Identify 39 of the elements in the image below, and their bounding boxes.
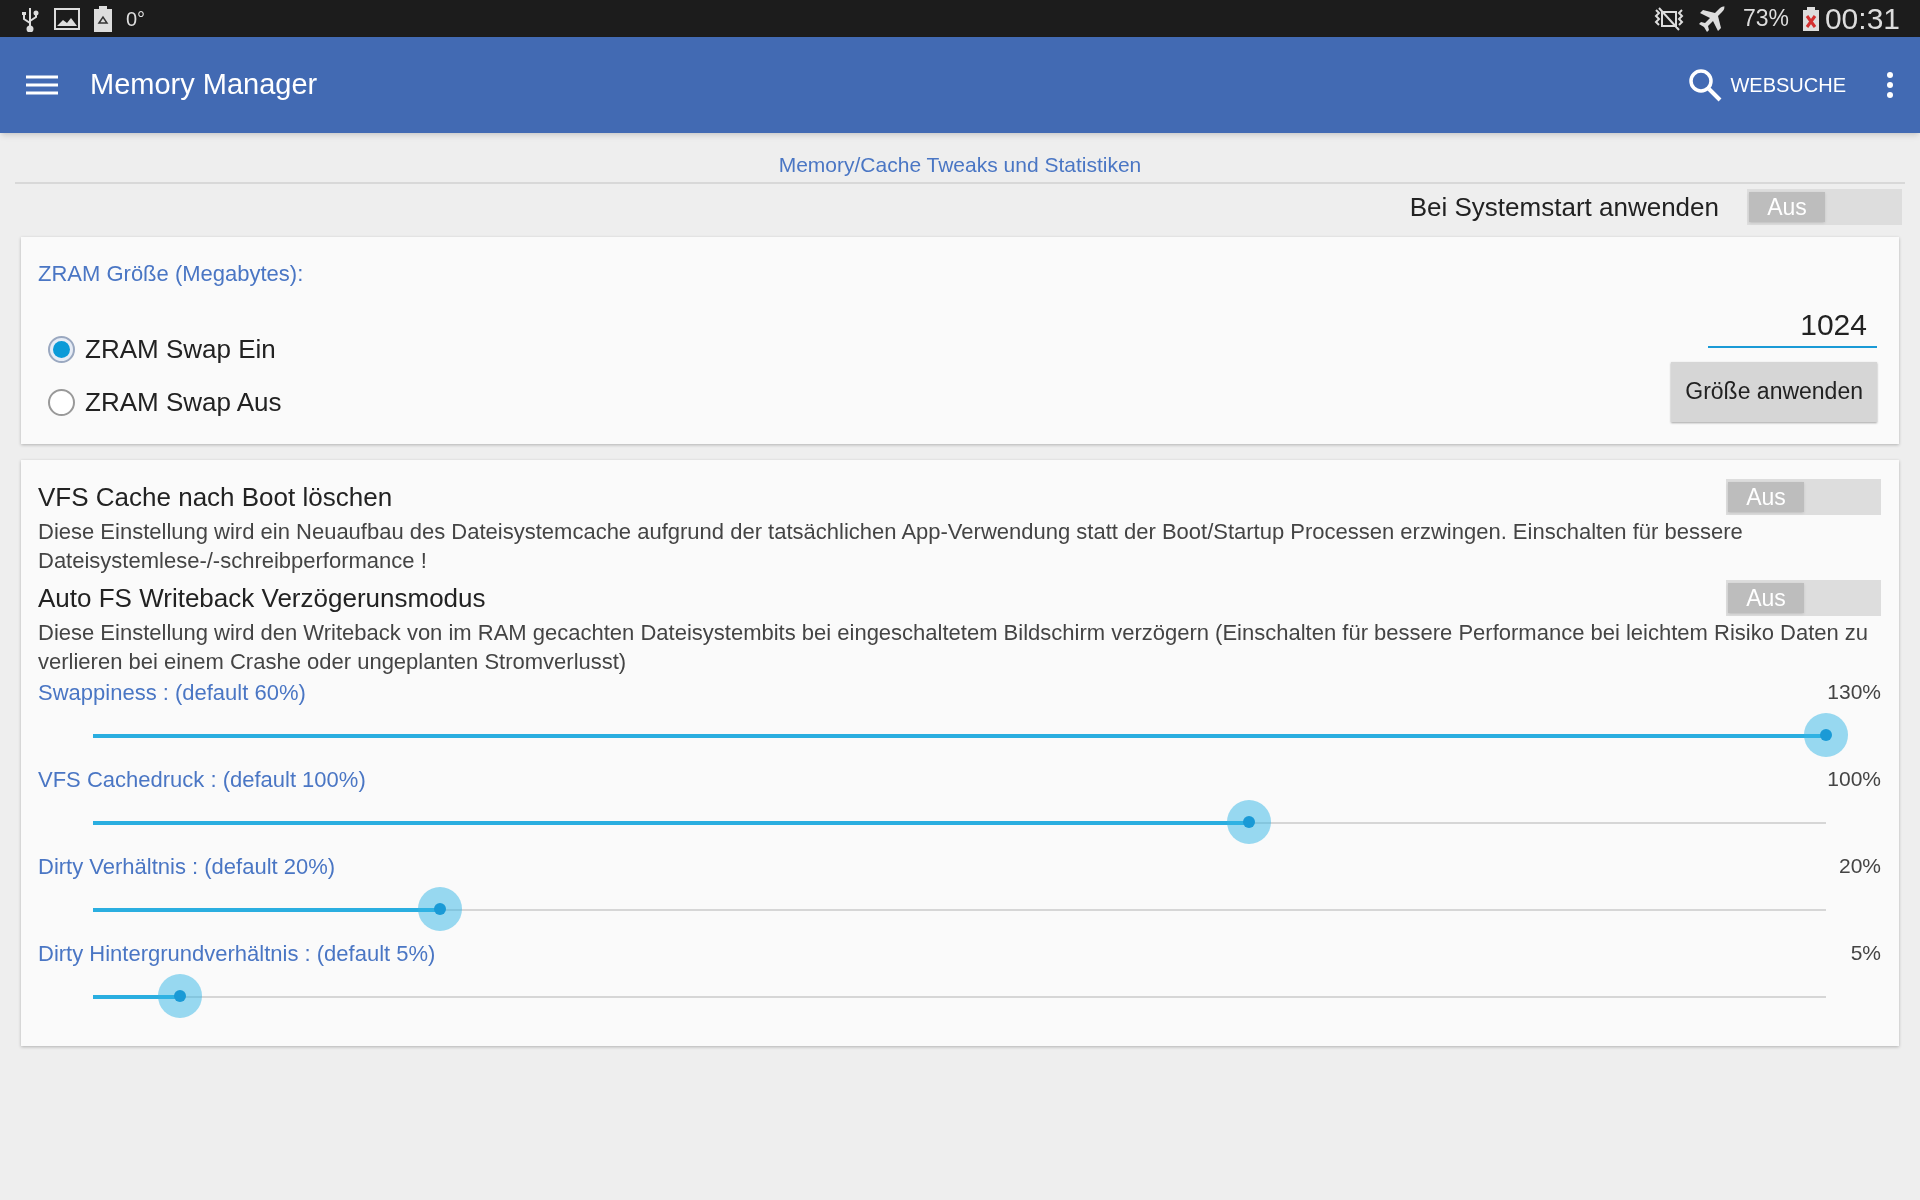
slider-value: 130% <box>1827 679 1881 706</box>
radio-label: ZRAM Swap Ein <box>85 332 276 366</box>
toggle-label: Aus <box>1728 583 1804 613</box>
radio-button[interactable] <box>48 335 75 363</box>
toggle-label: Aus <box>1749 192 1825 222</box>
slider-value: 100% <box>1827 766 1881 793</box>
slider-thumb[interactable] <box>1804 712 1848 757</box>
overflow-menu-icon[interactable] <box>1886 72 1894 98</box>
section-subtitle: Memory/Cache Tweaks und Statistiken <box>778 152 1142 178</box>
setting-title: VFS Cache nach Boot löschen <box>38 480 393 514</box>
image-icon <box>54 7 80 30</box>
apply-size-button[interactable]: Größe anwenden <box>1671 361 1877 422</box>
toggle-label: Aus <box>1728 482 1804 512</box>
slider-label: Dirty Hintergrundverhältnis : (default 5%) <box>38 939 436 968</box>
slider-label: Swappiness : (default 60%) <box>38 678 306 707</box>
boot-setting-label: Bei Systemstart anwenden <box>1409 190 1719 224</box>
temperature-text: 0° <box>126 6 146 32</box>
setting-title: Auto FS Writeback Verzögerunsmodus <box>38 581 486 615</box>
clock-text: 00:31 <box>1824 1 1900 37</box>
usb-icon <box>20 5 40 32</box>
web-search-button[interactable]: WEBSUCHE <box>1688 68 1846 102</box>
radio-option[interactable]: ZRAM Swap Ein <box>48 329 282 369</box>
search-icon <box>1688 68 1723 102</box>
battery-warning-icon <box>1802 6 1819 31</box>
slider-label: VFS Cachedruck : (default 100%) <box>38 765 366 794</box>
zram-size-input[interactable]: 1024 <box>1708 303 1877 348</box>
vibrate-off-icon <box>1652 5 1685 32</box>
slider-value: 5% <box>1850 940 1881 967</box>
setting-description: Diese Einstellung wird den Writeback von im RAM gecachten Dateisystembits bei eingeschaltetem Bildschirm verzögern (Einschalten für bessere Performance bei leichtem Risiko Daten zu verlieren bei einem Crashe oder ungeplanten Stromverlusst) <box>38 618 1870 676</box>
zram-size-label: ZRAM Größe (Megabytes): <box>38 259 305 288</box>
radio-label: ZRAM Swap Aus <box>85 385 282 419</box>
slider-value: 20% <box>1838 853 1881 880</box>
battery-percent-text: 73% <box>1742 4 1789 34</box>
setting-description: Diese Einstellung wird ein Neuaufbau des Dateisystemcache aufgrund der tatsächlichen App-Verwendung statt der Boot/Startup Processen erzwingen. Einschalten für bessere Dateisystemlese-/-schreibperformance ! <box>38 517 1744 575</box>
radio-option[interactable]: ZRAM Swap Aus <box>48 382 282 422</box>
slider-label: Dirty Verhältnis : (default 20%) <box>38 852 336 881</box>
app-title: Memory Manager <box>90 67 319 103</box>
menu-icon[interactable] <box>26 75 58 95</box>
radio-button[interactable] <box>48 388 75 416</box>
